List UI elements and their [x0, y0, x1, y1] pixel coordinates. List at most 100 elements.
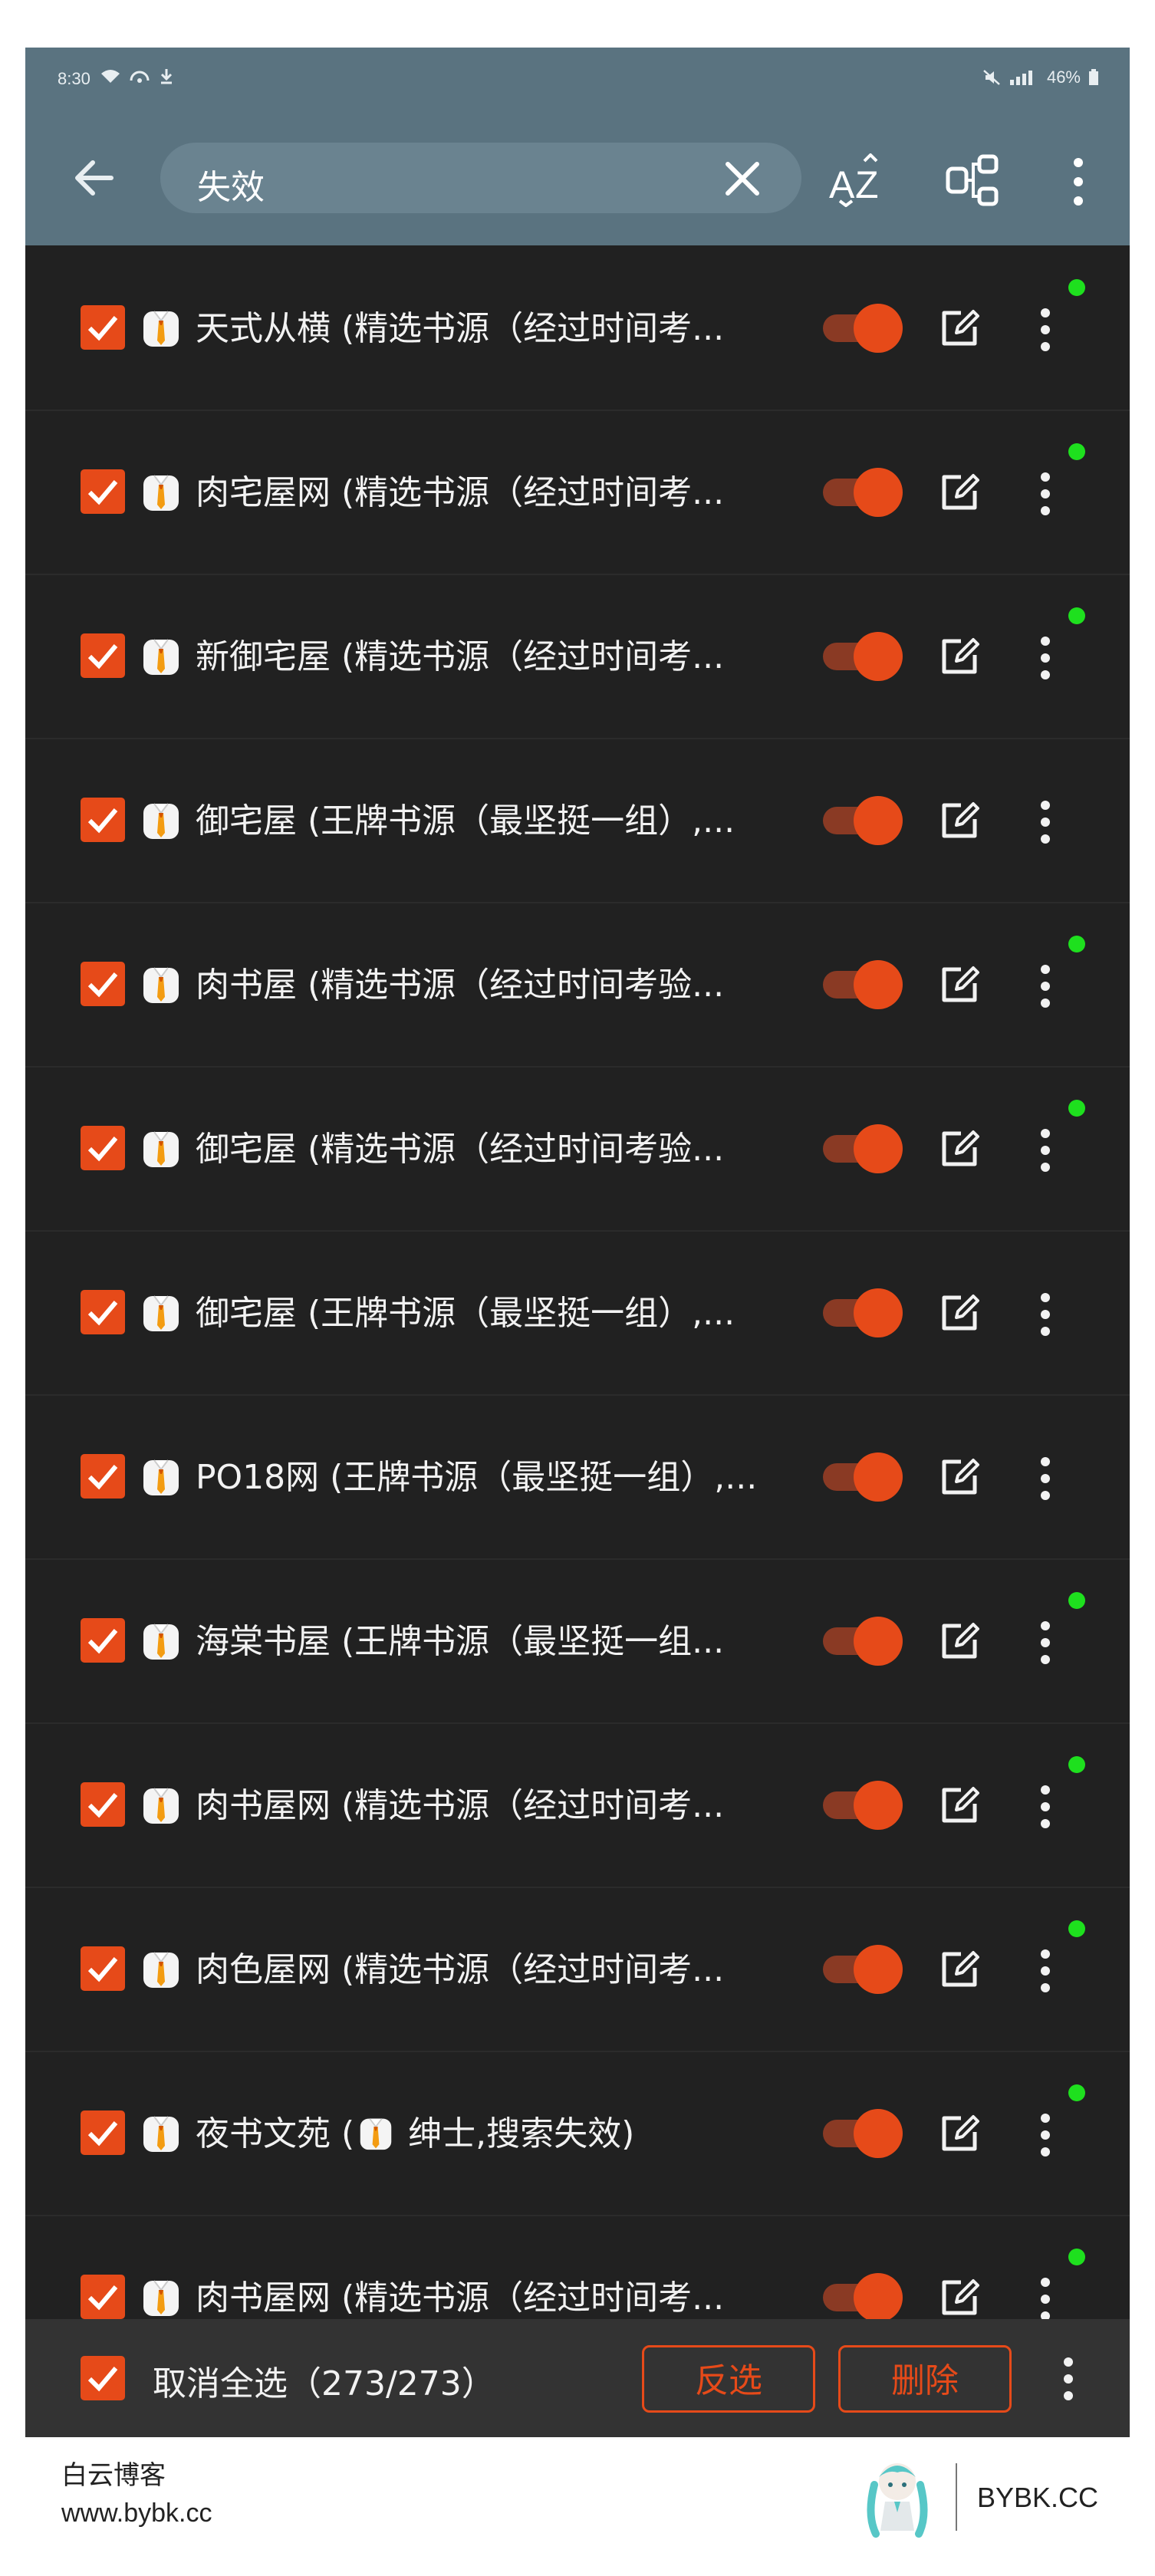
enable-switch[interactable] [820, 468, 903, 517]
item-more-icon[interactable] [1039, 308, 1051, 351]
wifi-icon [101, 70, 120, 83]
item-checkbox[interactable] [81, 469, 125, 514]
enable-switch[interactable] [820, 632, 903, 681]
check-icon [87, 1301, 118, 1326]
list-item[interactable]: 肉色屋网 (精选书源（经过时间考... [25, 1887, 1130, 2052]
list-item[interactable]: 夜书文苑 ( 绅士,搜索失效) [25, 2051, 1130, 2216]
item-more-icon[interactable] [1039, 2278, 1051, 2321]
list-item[interactable]: PO18网 (王牌书源（最坚挺一组）,... [25, 1394, 1130, 1560]
item-checkbox[interactable] [81, 962, 125, 1006]
mascot-logo-icon [867, 2463, 928, 2538]
source-name: 肉宅屋网 (精选书源（经过时间考... [196, 473, 725, 512]
item-more-icon[interactable] [1039, 1293, 1051, 1336]
bottom-more-icon[interactable] [1062, 2357, 1074, 2400]
edit-icon[interactable] [938, 1784, 981, 1827]
list-item[interactable]: 海棠书屋 (王牌书源（最坚挺一组... [25, 1558, 1130, 1724]
status-dot [1068, 2249, 1085, 2265]
item-more-icon[interactable] [1039, 1129, 1051, 1172]
enable-switch[interactable] [820, 1781, 903, 1830]
edit-icon[interactable] [938, 307, 981, 350]
item-checkbox[interactable] [81, 1454, 125, 1499]
brand-text: BYBK.CC [977, 2482, 1099, 2513]
source-name: PO18网 (王牌书源（最坚挺一组）,... [196, 1458, 758, 1497]
check-icon [87, 1465, 118, 1490]
edit-icon[interactable] [938, 2112, 981, 2155]
item-checkbox[interactable] [81, 633, 125, 678]
enable-switch[interactable] [820, 1617, 903, 1666]
search-input[interactable]: 失效 [197, 160, 265, 209]
delete-button[interactable]: 删除 [838, 2345, 1012, 2413]
edit-icon[interactable] [938, 1620, 981, 1663]
item-more-icon[interactable] [1039, 1785, 1051, 1828]
source-name: 新御宅屋 (精选书源（经过时间考... [196, 637, 725, 676]
item-checkbox[interactable] [81, 1126, 125, 1170]
clear-icon[interactable] [723, 160, 762, 198]
enable-switch[interactable] [820, 2109, 903, 2158]
item-more-icon[interactable] [1039, 1949, 1051, 1992]
check-icon [87, 1629, 118, 1654]
status-dot [1068, 1920, 1085, 1937]
list-item[interactable]: 新御宅屋 (精选书源（经过时间考... [25, 574, 1130, 739]
edit-icon[interactable] [938, 1948, 981, 1991]
edit-icon[interactable] [938, 1127, 981, 1170]
item-more-icon[interactable] [1039, 1621, 1051, 1664]
enable-switch[interactable] [820, 960, 903, 1009]
enable-switch[interactable] [820, 1452, 903, 1502]
item-more-icon[interactable] [1039, 965, 1051, 1008]
select-all-label[interactable]: 取消全选（273/273） [153, 2356, 495, 2405]
sort-az-icon[interactable]: A Z [828, 153, 889, 207]
item-checkbox[interactable] [81, 2110, 125, 2155]
item-checkbox[interactable] [81, 1946, 125, 1991]
check-icon [87, 1793, 118, 1818]
item-more-icon[interactable] [1039, 2114, 1051, 2157]
back-arrow-icon[interactable] [70, 153, 119, 202]
enable-switch[interactable] [820, 796, 903, 845]
item-checkbox[interactable] [81, 305, 125, 350]
item-more-icon[interactable] [1039, 472, 1051, 515]
enable-switch[interactable] [820, 1288, 903, 1337]
enable-switch[interactable] [820, 1945, 903, 1994]
item-checkbox[interactable] [81, 1290, 125, 1334]
list-item[interactable]: 肉宅屋网 (精选书源（经过时间考... [25, 410, 1130, 575]
item-checkbox[interactable] [81, 1618, 125, 1663]
source-icon [143, 2280, 179, 2316]
item-more-icon[interactable] [1039, 1457, 1051, 1500]
item-more-icon[interactable] [1039, 801, 1051, 844]
enable-switch[interactable] [820, 304, 903, 353]
edit-icon[interactable] [938, 2276, 981, 2319]
item-checkbox[interactable] [81, 798, 125, 842]
edit-icon[interactable] [938, 799, 981, 842]
item-checkbox[interactable] [81, 2275, 125, 2319]
overflow-menu-icon[interactable] [1067, 155, 1090, 209]
blog-url[interactable]: www.bybk.cc [61, 2499, 212, 2528]
source-icon [143, 1952, 179, 1988]
item-more-icon[interactable] [1039, 637, 1051, 679]
source-icon [143, 1788, 179, 1824]
edit-icon[interactable] [938, 963, 981, 1006]
check-icon [87, 808, 118, 834]
item-checkbox[interactable] [81, 1782, 125, 1827]
select-all-checkbox[interactable] [81, 2356, 125, 2400]
enable-switch[interactable] [820, 2273, 903, 2322]
signal-icon [1009, 71, 1032, 85]
list-item[interactable]: 御宅屋 (精选书源（经过时间考验... [25, 1066, 1130, 1232]
search-box[interactable]: 失效 [160, 143, 801, 213]
edit-icon[interactable] [938, 1456, 981, 1499]
list-item[interactable]: 御宅屋 (王牌书源（最坚挺一组）,... [25, 738, 1130, 903]
selection-bar: 取消全选（273/273） 反选 删除 [25, 2319, 1130, 2437]
status-bar: 8:30 46% [25, 48, 1130, 109]
status-dot [1068, 2084, 1085, 2101]
list-item[interactable]: 御宅屋 (王牌书源（最坚挺一组）,... [25, 1230, 1130, 1396]
list-item[interactable]: 肉书屋网 (精选书源（经过时间考... [25, 1722, 1130, 1888]
enable-switch[interactable] [820, 1124, 903, 1173]
invert-selection-button[interactable]: 反选 [642, 2345, 815, 2413]
edit-icon[interactable] [938, 635, 981, 678]
group-icon[interactable] [946, 153, 1001, 207]
list-item[interactable]: 天式从横 (精选书源（经过时间考... [25, 245, 1130, 411]
check-icon [87, 2367, 118, 2392]
edit-icon[interactable] [938, 1291, 981, 1334]
edit-icon[interactable] [938, 471, 981, 514]
list-item[interactable]: 肉书屋 (精选书源（经过时间考验... [25, 902, 1130, 1068]
status-time: 8:30 [58, 69, 90, 88]
battery-icon [1089, 69, 1098, 85]
